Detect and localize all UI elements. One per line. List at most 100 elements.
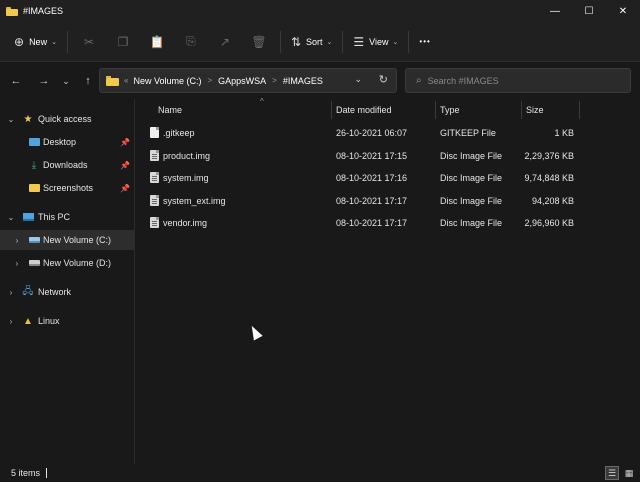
- file-size: 94,208 KB: [531, 196, 574, 206]
- file-name: product.img: [163, 151, 211, 161]
- column-divider[interactable]: [579, 101, 580, 119]
- chevron-down-icon[interactable]: ⌄: [6, 115, 16, 124]
- overflow-chevron[interactable]: «: [124, 76, 128, 85]
- file-date: 26-10-2021 06:07: [336, 128, 408, 138]
- search-input[interactable]: [427, 75, 608, 86]
- share-icon[interactable]: ↗: [208, 28, 242, 56]
- copy-icon[interactable]: ❐: [106, 28, 140, 56]
- chevron-down-icon: ⌄: [326, 38, 333, 46]
- delete-icon[interactable]: 🗑: [242, 28, 276, 56]
- disc-image-file-icon: [150, 195, 159, 206]
- chevron-down-icon[interactable]: ⌄: [6, 213, 16, 222]
- folder-icon: [28, 183, 40, 194]
- column-divider[interactable]: [521, 101, 522, 119]
- sidebar-item-d-drive[interactable]: › New Volume (D:): [0, 253, 134, 273]
- column-header-name[interactable]: Name ^: [158, 97, 330, 121]
- chevron-right-icon[interactable]: ›: [12, 236, 22, 245]
- table-row[interactable]: product.img 08-10-2021 17:15 Disc Image …: [136, 145, 640, 167]
- rename-icon[interactable]: ⎘: [174, 28, 208, 56]
- sidebar-item-desktop[interactable]: Desktop 📌: [0, 132, 134, 152]
- table-row[interactable]: system_ext.img 08-10-2021 17:17 Disc Ima…: [136, 190, 640, 212]
- linux-icon: ▲: [23, 315, 33, 327]
- breadcrumb-c-drive[interactable]: New Volume (C:): [133, 76, 201, 86]
- view-list-icon: ☰: [353, 34, 365, 49]
- recent-locations-button[interactable]: ⌄: [55, 69, 77, 93]
- computer-icon: [22, 212, 34, 223]
- close-button[interactable]: ✕: [606, 0, 640, 22]
- chevron-down-icon: ⌄: [51, 38, 57, 46]
- drive-icon: [28, 235, 40, 246]
- back-button[interactable]: ←: [5, 69, 27, 93]
- file-date: 08-10-2021 17:15: [336, 151, 408, 161]
- column-divider[interactable]: [331, 101, 332, 119]
- table-row[interactable]: system.img 08-10-2021 17:16 Disc Image F…: [136, 167, 640, 189]
- table-row[interactable]: vendor.img 08-10-2021 17:17 Disc Image F…: [136, 212, 640, 234]
- search-box[interactable]: ⌕: [405, 68, 631, 93]
- star-icon: ★: [23, 113, 33, 125]
- refresh-icon[interactable]: ↻: [379, 73, 388, 86]
- file-size: 2,96,960 KB: [524, 218, 574, 228]
- chevron-down-icon[interactable]: ⌄: [354, 74, 362, 85]
- chevron-right-icon[interactable]: ›: [12, 259, 22, 268]
- file-name: system_ext.img: [163, 196, 226, 206]
- sidebar-item-c-drive[interactable]: › New Volume (C:): [0, 230, 134, 250]
- command-bar: ⊕ New ⌄ ✂ ❐ 📋 ⎘ ↗ 🗑 ⇅ Sort ⌄ ☰ View ⌄ ••…: [0, 22, 640, 62]
- file-type: GITKEEP File: [440, 128, 496, 138]
- breadcrumb-images[interactable]: #IMAGES: [283, 76, 323, 86]
- sidebar-item-label: New Volume (D:): [43, 258, 112, 268]
- minimize-button[interactable]: —: [538, 0, 572, 22]
- new-button-label: New: [29, 36, 48, 47]
- chevron-down-icon: ⌄: [392, 38, 399, 46]
- paste-icon[interactable]: 📋: [140, 28, 174, 56]
- breadcrumb-separator[interactable]: >: [207, 76, 212, 85]
- pin-icon[interactable]: 📌: [120, 138, 130, 147]
- breadcrumb-gappswsa[interactable]: GAppsWSA: [218, 76, 266, 86]
- new-button[interactable]: ⊕ New ⌄: [8, 28, 63, 56]
- address-bar[interactable]: « New Volume (C:) > GAppsWSA > #IMAGES ⌄…: [99, 68, 397, 93]
- file-size: 9,74,848 KB: [524, 173, 574, 183]
- column-header-label: Name: [158, 105, 183, 115]
- sort-button[interactable]: ⇅ Sort ⌄: [285, 28, 338, 56]
- tiles-view-icon[interactable]: ▦: [622, 466, 636, 480]
- status-bar: 5 items ☰ ▦: [0, 464, 640, 482]
- view-button[interactable]: ☰ View ⌄: [347, 28, 404, 56]
- more-options-button[interactable]: •••: [413, 28, 436, 56]
- sidebar-item-downloads[interactable]: ⤓ Downloads 📌: [0, 155, 134, 175]
- file-type: Disc Image File: [440, 218, 503, 228]
- chevron-right-icon[interactable]: ›: [6, 317, 16, 326]
- plus-circle-icon: ⊕: [14, 34, 25, 49]
- column-divider[interactable]: [435, 101, 436, 119]
- column-header-type[interactable]: Type: [440, 99, 520, 121]
- details-view-icon[interactable]: ☰: [605, 466, 619, 480]
- cut-icon[interactable]: ✂: [72, 28, 106, 56]
- column-header-size[interactable]: Size: [526, 99, 576, 121]
- file-type: Disc Image File: [440, 173, 503, 183]
- table-row[interactable]: .gitkeep 26-10-2021 06:07 GITKEEP File 1…: [136, 122, 640, 144]
- sidebar-item-label: Screenshots: [43, 183, 94, 193]
- download-icon: ⤓: [31, 159, 37, 171]
- maximize-button[interactable]: ☐: [572, 0, 606, 22]
- pin-icon[interactable]: 📌: [120, 184, 130, 193]
- view-button-label: View: [369, 36, 389, 47]
- chevron-right-icon[interactable]: ›: [6, 288, 16, 297]
- sidebar-item-linux[interactable]: › ▲ Linux: [0, 311, 134, 331]
- sidebar-item-label: Linux: [38, 316, 60, 326]
- sidebar-item-network[interactable]: › 🖧 Network: [0, 282, 134, 302]
- sidebar-item-label: Network: [38, 287, 72, 297]
- status-divider: [46, 468, 48, 478]
- file-size: 2,29,376 KB: [524, 151, 574, 161]
- sort-ascending-icon: ^: [260, 97, 264, 106]
- pin-icon[interactable]: 📌: [120, 161, 130, 170]
- file-date: 08-10-2021 17:17: [336, 196, 408, 206]
- sidebar-item-quick-access[interactable]: ⌄ ★ Quick access: [0, 109, 134, 129]
- breadcrumb-separator[interactable]: >: [272, 76, 277, 85]
- sidebar-item-screenshots[interactable]: Screenshots 📌: [0, 178, 134, 198]
- sidebar-item-this-pc[interactable]: ⌄ This PC: [0, 207, 134, 227]
- file-name: .gitkeep: [163, 128, 195, 138]
- column-header-date[interactable]: Date modified: [336, 99, 434, 121]
- sidebar-item-label: This PC: [38, 212, 71, 222]
- disc-image-file-icon: [150, 150, 159, 161]
- sort-icon: ⇅: [290, 34, 302, 49]
- up-button[interactable]: ↑: [77, 69, 99, 93]
- forward-button[interactable]: →: [33, 69, 55, 93]
